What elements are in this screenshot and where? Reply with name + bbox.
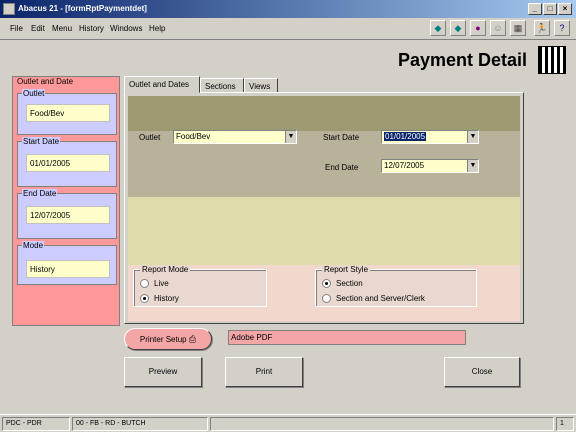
window-title: Abacus 21 - [formRptPaymentdet] [18, 4, 147, 13]
summary-end-date: End Date 12/07/2005 [17, 189, 117, 239]
band-green [128, 197, 520, 265]
report-style-server-radio[interactable] [322, 294, 331, 303]
outlet-select[interactable]: Food/Bev ▼ [173, 130, 297, 144]
status-user: 00 - FB - RD - BUTCH [72, 417, 208, 431]
menu-help[interactable]: Help [149, 24, 165, 33]
summary-title: Outlet and Date [17, 77, 74, 86]
preview-button[interactable]: Preview [124, 357, 202, 387]
summary-end-date-value: 12/07/2005 [26, 206, 110, 224]
summary-start-date: Start Date 01/01/2005 [17, 137, 117, 187]
report-style-section-radio[interactable] [322, 279, 331, 288]
title-bar: Abacus 21 - [formRptPaymentdet] _ □ × [0, 0, 576, 18]
arrow-right-icon[interactable]: ◆ [450, 20, 466, 36]
report-style-section-label: Section [336, 279, 363, 288]
outlet-dates-panel: Outlet Food/Bev ▼ Start Date 01/01/2005 ▼ … [124, 92, 524, 324]
maximize-button[interactable]: □ [543, 3, 557, 15]
start-date-select[interactable]: 01/01/2005 ▼ [381, 130, 479, 144]
status-page: 1 [556, 417, 574, 431]
print-icon[interactable]: ● [470, 20, 486, 36]
chevron-down-icon[interactable]: ▼ [467, 160, 478, 172]
end-date-label: End Date [325, 163, 359, 172]
summary-mode-value: History [26, 260, 110, 278]
status-message [210, 417, 554, 431]
menu-windows[interactable]: Windows [110, 24, 142, 33]
end-date-select[interactable]: 12/07/2005 ▼ [381, 159, 479, 173]
report-mode-history-label: History [154, 294, 179, 303]
printer-name-field[interactable]: Adobe PDF [228, 330, 466, 345]
calculator-icon[interactable]: ▦ [510, 20, 526, 36]
status-station: PDC - PDR [2, 417, 70, 431]
summary-outlet-value: Food/Bev [26, 104, 110, 122]
help-icon[interactable]: ? [554, 20, 570, 36]
summary-outlet: Outlet Food/Bev [17, 89, 117, 135]
start-date-label: Start Date [323, 133, 360, 142]
print-button[interactable]: Print [225, 357, 303, 387]
report-style-group: Report Style Section Section and Server/… [315, 265, 477, 307]
tab-outlet-and-dates[interactable]: Outlet and Dates [124, 76, 200, 93]
minimize-button[interactable]: _ [528, 3, 542, 15]
page-title: Payment Detail [398, 50, 528, 70]
exit-icon[interactable]: 🏃 [534, 20, 550, 36]
user-icon[interactable]: ☺ [490, 20, 506, 36]
outlet-date-summary: Outlet and Date Outlet Food/Bev Start Da… [12, 76, 120, 326]
summary-start-date-value: 01/01/2005 [26, 154, 110, 172]
app-icon [3, 3, 15, 15]
report-mode-group: Report Mode Live History [133, 265, 267, 307]
menu-history[interactable]: History [79, 24, 104, 33]
report-mode-history-radio[interactable] [140, 294, 149, 303]
report-mode-live-radio[interactable] [140, 279, 149, 288]
arrow-left-icon[interactable]: ◆ [430, 20, 446, 36]
printer-setup-button[interactable]: Printer Setup ⎙ [124, 328, 212, 350]
close-button[interactable]: Close [444, 357, 520, 387]
menu-file[interactable]: File [10, 24, 23, 33]
status-bar: PDC - PDR 00 - FB - RD - BUTCH 1 [0, 414, 576, 432]
band-olive [128, 96, 520, 131]
menu-edit[interactable]: Edit [31, 24, 45, 33]
report-mode-live-label: Live [154, 279, 169, 288]
chevron-down-icon[interactable]: ▼ [467, 131, 478, 143]
close-window-button[interactable]: × [558, 3, 572, 15]
logo [538, 46, 566, 74]
report-style-server-label: Section and Server/Clerk [336, 294, 425, 303]
menu-menu[interactable]: Menu [52, 24, 72, 33]
outlet-label: Outlet [139, 133, 161, 142]
printer-icon: ⎙ [188, 334, 197, 344]
chevron-down-icon[interactable]: ▼ [285, 131, 296, 143]
summary-mode: Mode History [17, 241, 117, 285]
